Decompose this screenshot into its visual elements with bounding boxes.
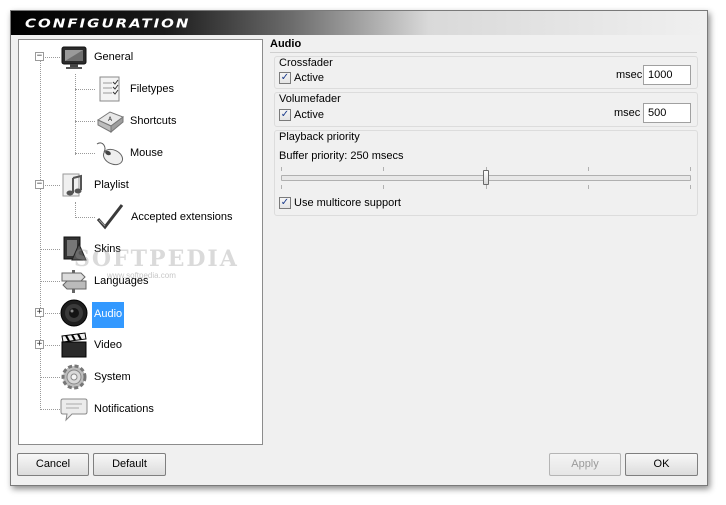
ok-button[interactable]: OK bbox=[625, 453, 698, 476]
crossfader-group: Crossfader ✓ Active msec bbox=[274, 56, 698, 89]
filetypes-list-icon bbox=[99, 76, 120, 102]
configuration-window: Configuration − − + + bbox=[10, 10, 708, 486]
tree-item-label: General bbox=[94, 51, 134, 63]
title-bar[interactable]: Configuration bbox=[11, 11, 707, 35]
playback-priority-title: Playback priority bbox=[279, 131, 360, 143]
crossfader-msec-label: msec bbox=[616, 69, 643, 81]
cancel-button[interactable]: Cancel bbox=[17, 453, 89, 476]
multicore-label: Use multicore support bbox=[294, 197, 401, 209]
buffer-priority-slider[interactable] bbox=[281, 167, 691, 189]
default-button[interactable]: Default bbox=[93, 453, 166, 476]
collapse-playlist-toggle[interactable]: − bbox=[35, 180, 44, 189]
section-divider bbox=[270, 52, 697, 53]
slider-thumb[interactable] bbox=[483, 170, 489, 185]
tree-item-system[interactable]: System bbox=[59, 362, 169, 394]
tree-item-accepted-extensions[interactable]: Accepted extensions bbox=[95, 202, 255, 234]
clapperboard-icon bbox=[61, 332, 87, 358]
mouse-icon bbox=[96, 142, 124, 166]
tree-item-mouse[interactable]: Mouse bbox=[95, 138, 205, 170]
tree-item-label: System bbox=[94, 371, 131, 383]
settings-tree[interactable]: − − + + General Filetypes A Shortcuts Mo… bbox=[18, 39, 263, 445]
tree-item-label: Filetypes bbox=[130, 83, 175, 95]
music-note-icon bbox=[62, 173, 82, 197]
tree-item-label: Accepted extensions bbox=[131, 211, 233, 223]
volumefader-msec-label: msec bbox=[614, 107, 641, 119]
crossfader-msec-input[interactable] bbox=[643, 65, 691, 85]
section-title: Audio bbox=[270, 38, 302, 50]
keyboard-key-icon: A bbox=[96, 111, 125, 134]
multicore-checkbox[interactable]: ✓ bbox=[279, 197, 291, 209]
slider-tick bbox=[690, 167, 691, 171]
crossfader-active-label: Active bbox=[294, 72, 324, 84]
tree-item-general[interactable]: General bbox=[59, 42, 169, 74]
apply-button[interactable]: Apply bbox=[549, 453, 621, 476]
monitor-icon bbox=[61, 46, 87, 69]
tree-item-playlist[interactable]: Playlist bbox=[59, 170, 169, 202]
slider-tick bbox=[383, 185, 384, 189]
tree-item-notifications[interactable]: Notifications bbox=[59, 394, 179, 426]
watermark-url: www.softpedia.com bbox=[107, 271, 176, 280]
slider-tick bbox=[281, 167, 282, 171]
collapse-general-toggle[interactable]: − bbox=[35, 52, 44, 61]
expand-video-toggle[interactable]: + bbox=[35, 340, 44, 349]
slider-tick bbox=[281, 185, 282, 189]
tree-item-label: Playlist bbox=[94, 179, 129, 191]
volumefader-active-label: Active bbox=[294, 109, 324, 121]
tree-item-shortcuts[interactable]: A Shortcuts bbox=[95, 106, 205, 138]
buffer-priority-label: Buffer priority: 250 msecs bbox=[279, 150, 404, 162]
gear-icon bbox=[61, 364, 87, 390]
speaker-icon bbox=[60, 299, 88, 327]
checkmark-icon bbox=[96, 204, 124, 230]
volumefader-msec-input[interactable] bbox=[643, 103, 691, 123]
tree-item-label: Shortcuts bbox=[130, 115, 177, 127]
tree-item-video[interactable]: Video bbox=[59, 330, 169, 362]
slider-tick bbox=[690, 185, 691, 189]
slider-tick bbox=[588, 185, 589, 189]
tree-item-audio[interactable]: Audio bbox=[59, 298, 169, 330]
volumefader-group: Volumefader ✓ Active msec bbox=[274, 92, 698, 127]
expand-audio-toggle[interactable]: + bbox=[35, 308, 44, 317]
tree-item-label: Audio bbox=[92, 302, 125, 328]
slider-tick bbox=[486, 185, 487, 189]
tree-item-label: Video bbox=[94, 339, 122, 351]
slider-tick bbox=[383, 167, 384, 171]
tree-item-label: Mouse bbox=[130, 147, 164, 159]
tree-item-label: Notifications bbox=[94, 403, 154, 415]
volumefader-title: Volumefader bbox=[279, 93, 341, 105]
window-title: Configuration bbox=[25, 15, 191, 31]
crossfader-active-checkbox[interactable]: ✓ bbox=[279, 72, 291, 84]
watermark: SOFTPEDIA bbox=[74, 246, 239, 272]
playback-priority-group: Playback priority Buffer priority: 250 m… bbox=[274, 130, 698, 216]
volumefader-active-checkbox[interactable]: ✓ bbox=[279, 109, 291, 121]
tree-item-filetypes[interactable]: Filetypes bbox=[95, 74, 205, 106]
slider-tick bbox=[588, 167, 589, 171]
crossfader-title: Crossfader bbox=[279, 57, 333, 69]
speech-bubble-icon bbox=[60, 398, 88, 422]
